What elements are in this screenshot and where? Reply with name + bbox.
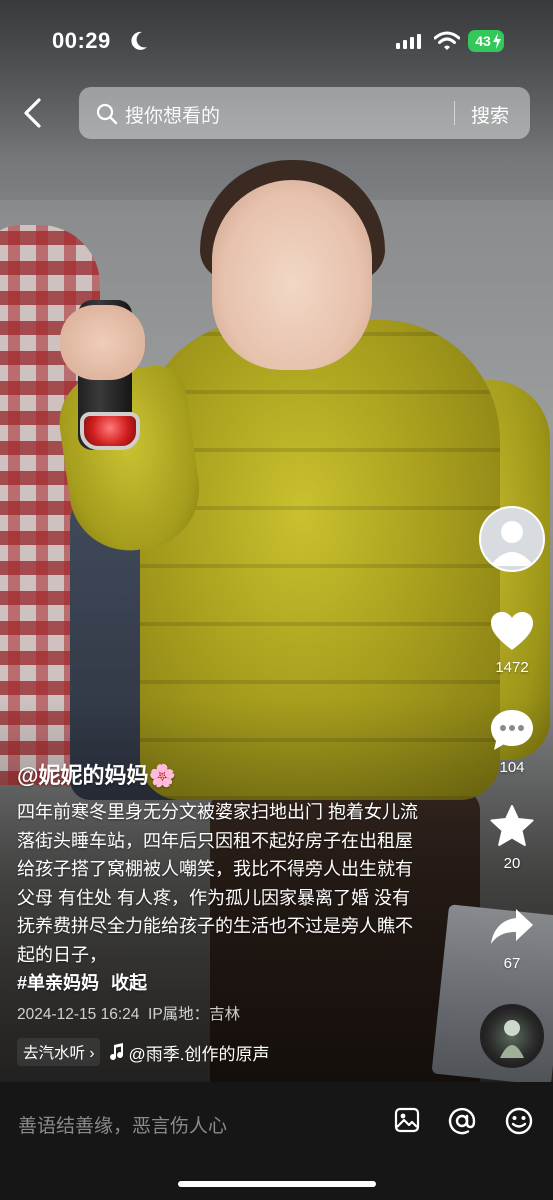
- like-button[interactable]: 1472: [482, 610, 542, 676]
- battery-level: 43: [475, 33, 491, 49]
- ip-location: IP属地：吉林: [148, 1006, 241, 1023]
- music-row[interactable]: 去汽水听 › @雨季.创作的原声: [17, 1038, 269, 1066]
- listen-label: 去汽水听: [23, 1045, 86, 1062]
- comment-icon: [491, 710, 533, 750]
- favorite-button[interactable]: 20: [482, 804, 542, 872]
- music-disc[interactable]: [480, 1004, 544, 1068]
- home-indicator: [178, 1181, 376, 1187]
- heart-icon: [491, 612, 533, 650]
- listen-in-app-button[interactable]: 去汽水听 ›: [17, 1038, 101, 1066]
- author-emoji: 🌸: [148, 763, 176, 788]
- child-face: [212, 180, 372, 370]
- signal-icon: [396, 34, 421, 49]
- search-placeholder[interactable]: 搜你想看的: [125, 101, 220, 128]
- search-divider: [454, 101, 455, 125]
- sound-name: @雨季.创作的原声: [128, 1044, 270, 1064]
- sound-link[interactable]: @雨季.创作的原声: [108, 1040, 269, 1065]
- favorite-count: 20: [503, 855, 521, 872]
- comment-button[interactable]: 104: [482, 708, 542, 776]
- at-icon[interactable]: [447, 1106, 477, 1136]
- status-bar: 00:29 43: [0, 22, 553, 62]
- moon-icon: [131, 31, 147, 50]
- emoji-icon[interactable]: [504, 1106, 534, 1136]
- like-count: 1472: [495, 659, 529, 676]
- image-icon[interactable]: [393, 1106, 421, 1134]
- comment-bar: 善语结善缘，恶言伤人心: [0, 1082, 553, 1200]
- wifi-icon: [434, 31, 460, 50]
- post-meta: 2024-12-15 16:24 IP属地：吉林: [17, 1002, 240, 1024]
- music-note-icon: [500, 1020, 524, 1058]
- search-button[interactable]: 搜索: [471, 101, 509, 128]
- comment-input[interactable]: 善语结善缘，恶言伤人心: [18, 1111, 227, 1138]
- share-button[interactable]: 67: [482, 906, 542, 972]
- back-icon[interactable]: [18, 96, 50, 130]
- share-count: 67: [503, 955, 521, 972]
- collapse-button[interactable]: 收起: [111, 973, 147, 993]
- hashtag-link[interactable]: #单亲妈妈: [17, 973, 99, 993]
- comment-count: 104: [499, 759, 525, 776]
- author-name[interactable]: @妮妮的妈妈🌸: [17, 758, 176, 790]
- status-time: 00:29: [52, 28, 111, 53]
- post-date: 2024-12-15 16:24: [17, 1006, 140, 1023]
- author-name-text[interactable]: @妮妮的妈妈: [17, 763, 148, 788]
- share-icon: [491, 909, 533, 944]
- music-note-small-icon: [110, 1043, 124, 1061]
- flashlight-lens: [80, 412, 140, 450]
- star-icon: [490, 805, 534, 846]
- charging-bolt-icon: [493, 33, 501, 49]
- search-bar[interactable]: 搜你想看的 搜索: [79, 87, 530, 139]
- battery-indicator: 43: [468, 30, 504, 52]
- author-avatar[interactable]: [479, 506, 545, 572]
- search-icon: [96, 103, 118, 125]
- description-text: 四年前寒冬里身无分文被婆家扫地出门 抱着女儿流落街头睡车站，四年后只因租不起好房…: [17, 802, 418, 965]
- child-hand: [60, 305, 145, 380]
- avatar-icon: [490, 521, 534, 566]
- video-description: 四年前寒冬里身无分文被婆家扫地出门 抱着女儿流落街头睡车站，四年后只因租不起好房…: [17, 798, 427, 998]
